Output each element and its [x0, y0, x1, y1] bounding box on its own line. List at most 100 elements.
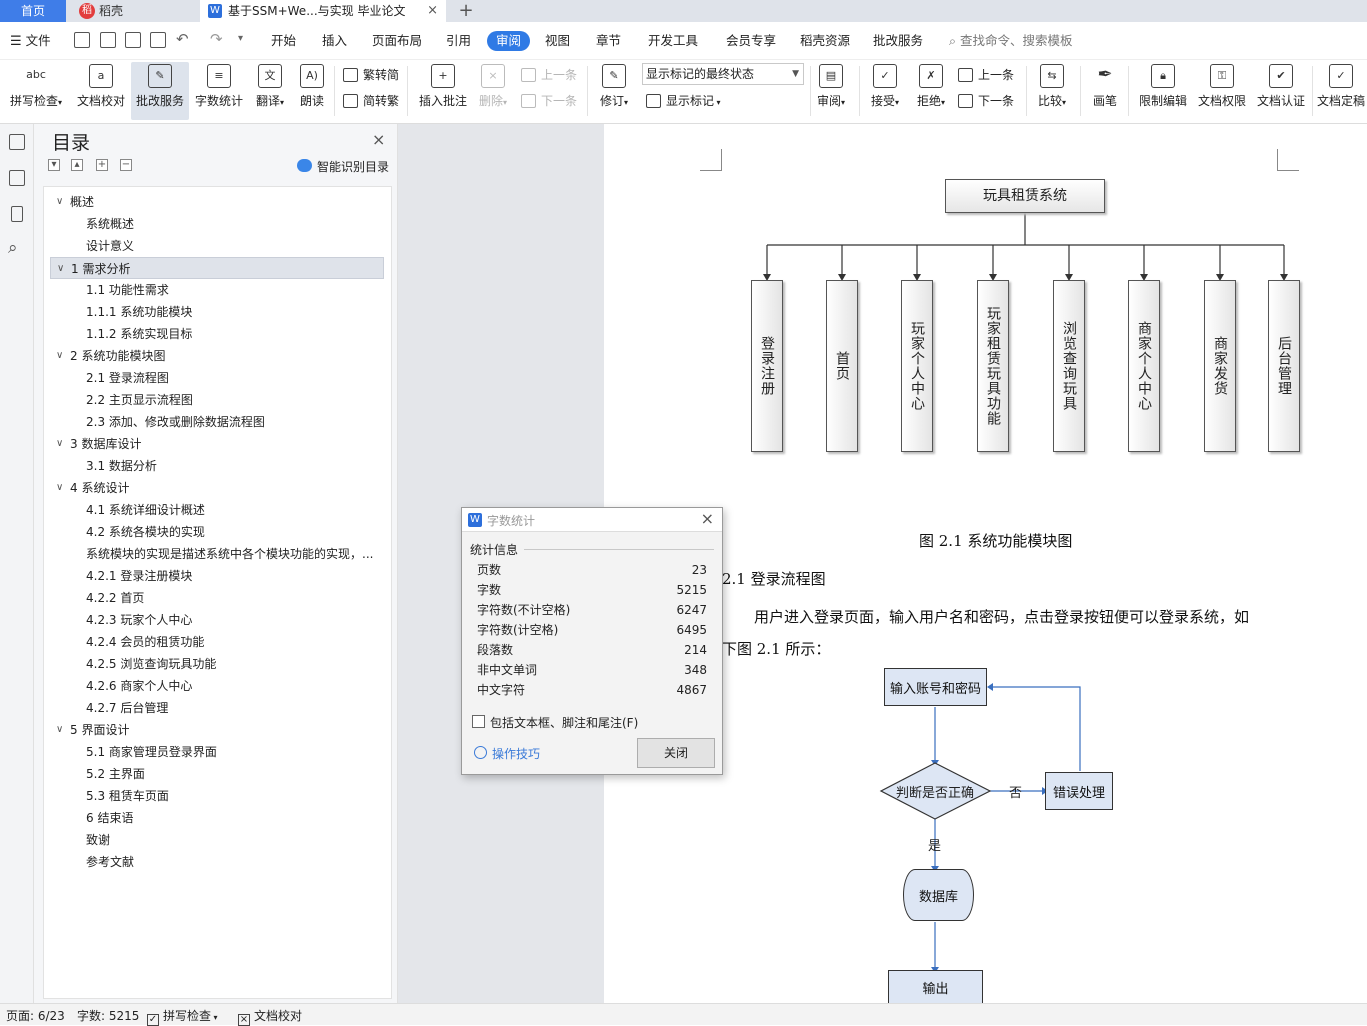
- proofread-status[interactable]: × 文档校对: [238, 1007, 302, 1026]
- doc-finalize-button[interactable]: ✓ 文档定稿: [1315, 62, 1367, 120]
- toc-item[interactable]: 系统模块的实现是描述系统中各个模块功能的实现，...: [50, 543, 384, 565]
- menu-correction-service[interactable]: 批改服务: [873, 31, 923, 51]
- tab-home[interactable]: 首页: [0, 0, 66, 22]
- reject-button[interactable]: ✗ 拒绝▾: [912, 62, 950, 120]
- close-button[interactable]: 关闭: [637, 738, 715, 768]
- menu-start[interactable]: 开始: [271, 31, 296, 51]
- doc-certify-button[interactable]: ✔ 文档认证: [1253, 62, 1309, 120]
- export-icon[interactable]: [100, 32, 116, 48]
- chevron-down-icon[interactable]: ∨: [56, 719, 63, 741]
- tab-document[interactable]: W 基于SSM+We...与实现 毕业论文 ×: [200, 0, 446, 22]
- menu-page-layout[interactable]: 页面布局: [372, 31, 422, 51]
- doc-permission-button[interactable]: ⚿ 文档权限: [1194, 62, 1250, 120]
- word-count-button[interactable]: ≡ 字数统计: [192, 62, 246, 120]
- toc-item[interactable]: 4.2.2 首页: [50, 587, 384, 609]
- compare-button[interactable]: ⇆ 比较▾: [1033, 62, 1071, 120]
- toc-item[interactable]: ∨ 4 系统设计: [50, 477, 384, 499]
- toc-item[interactable]: 4.2.3 玩家个人中心: [50, 609, 384, 631]
- proofread-button[interactable]: a 文档校对: [74, 62, 128, 120]
- toc-item[interactable]: 2.1 登录流程图: [50, 367, 384, 389]
- track-changes-button[interactable]: ✎ 修订▾: [594, 62, 634, 120]
- chevron-down-icon[interactable]: ∨: [57, 258, 64, 278]
- toc-item[interactable]: 参考文献: [50, 851, 384, 873]
- tab-daoke[interactable]: 稻 稻壳: [69, 0, 195, 22]
- dialog-header[interactable]: W 字数统计 ×: [462, 508, 722, 532]
- save-icon[interactable]: [74, 32, 90, 48]
- markup-state-select[interactable]: 显示标记的最终状态 ▼: [642, 63, 804, 85]
- undo-icon[interactable]: ↶: [176, 30, 189, 48]
- toc-item[interactable]: 系统概述: [50, 213, 384, 235]
- restrict-editing-button[interactable]: 🔒︎ 限制编辑: [1135, 62, 1191, 120]
- correction-service-button[interactable]: ✎ 批改服务: [131, 62, 189, 120]
- toc-item[interactable]: 致谢: [50, 829, 384, 851]
- toc-item[interactable]: 4.2 系统各模块的实现: [50, 521, 384, 543]
- simp-to-trad-button[interactable]: 简转繁: [343, 90, 399, 112]
- menu-references[interactable]: 引用: [446, 31, 471, 51]
- prev-comment-button[interactable]: 上一条: [521, 64, 577, 86]
- menu-review[interactable]: 审阅: [487, 31, 531, 51]
- toc-item[interactable]: 4.2.4 会员的租赁功能: [50, 631, 384, 653]
- menu-chapter[interactable]: 章节: [596, 31, 621, 51]
- close-icon[interactable]: ×: [701, 509, 714, 528]
- toc-item[interactable]: 5.1 商家管理员登录界面: [50, 741, 384, 763]
- accept-button[interactable]: ✓ 接受▾: [866, 62, 904, 120]
- toc-item[interactable]: 1.1 功能性需求: [50, 279, 384, 301]
- search-icon[interactable]: ⌕: [8, 238, 18, 258]
- add-heading-icon[interactable]: +: [96, 159, 108, 171]
- toc-item[interactable]: 4.1 系统详细设计概述: [50, 499, 384, 521]
- chevron-down-icon[interactable]: ∨: [56, 433, 63, 455]
- next-change-button[interactable]: 下一条: [958, 90, 1014, 112]
- menu-insert[interactable]: 插入: [322, 31, 347, 51]
- toc-item[interactable]: 5.2 主界面: [50, 763, 384, 785]
- tips-link[interactable]: 操作技巧: [474, 745, 540, 762]
- redo-icon[interactable]: ↷: [210, 30, 223, 48]
- expand-up-icon[interactable]: ▴: [71, 159, 83, 171]
- menu-member[interactable]: 会员专享: [726, 31, 776, 51]
- chapter-nav-icon[interactable]: [9, 170, 25, 186]
- remove-heading-icon[interactable]: −: [120, 159, 132, 171]
- toc-item[interactable]: 1.1.1 系统功能模块: [50, 301, 384, 323]
- command-search[interactable]: ⌕ 查找命令、搜索模板: [949, 31, 1073, 51]
- toc-item[interactable]: 2.3 添加、修改或删除数据流程图: [50, 411, 384, 433]
- prev-change-button[interactable]: 上一条: [958, 64, 1014, 86]
- toc-item[interactable]: ∨ 5 界面设计: [50, 719, 384, 741]
- toc-item[interactable]: 1.1.2 系统实现目标: [50, 323, 384, 345]
- toc-item[interactable]: 3.1 数据分析: [50, 455, 384, 477]
- pen-button[interactable]: ✒ 画笔: [1087, 62, 1123, 120]
- toc-item[interactable]: 4.2.6 商家个人中心: [50, 675, 384, 697]
- toc-panel-icon[interactable]: [9, 134, 25, 150]
- toc-item[interactable]: 5.3 租赁车页面: [50, 785, 384, 807]
- insert-comment-button[interactable]: + 插入批注: [414, 62, 472, 120]
- bookmark-icon[interactable]: [11, 206, 23, 222]
- spell-check-button[interactable]: abc 拼写检查▾: [4, 62, 68, 120]
- toc-item[interactable]: ∨ 概述: [50, 191, 384, 213]
- toc-item[interactable]: ∨ 1 需求分析: [50, 257, 384, 279]
- toc-item[interactable]: 4.2.5 浏览查询玩具功能: [50, 653, 384, 675]
- show-markup-button[interactable]: 显示标记 ▾: [646, 90, 721, 112]
- print-preview-icon[interactable]: [150, 32, 166, 48]
- review-pane-button[interactable]: ▤ 审阅▾: [812, 62, 850, 120]
- collapse-all-icon[interactable]: ▾: [48, 159, 60, 171]
- print-icon[interactable]: [125, 32, 141, 48]
- toc-item[interactable]: ∨ 2 系统功能模块图: [50, 345, 384, 367]
- chevron-down-icon[interactable]: ∨: [56, 345, 63, 367]
- menu-daoke-resources[interactable]: 稻壳资源: [800, 31, 850, 51]
- toc-item[interactable]: 4.2.7 后台管理: [50, 697, 384, 719]
- chevron-down-icon[interactable]: ∨: [56, 191, 63, 213]
- quick-access-dropdown-icon[interactable]: ▾: [238, 33, 243, 44]
- menu-dev-tools[interactable]: 开发工具: [648, 31, 698, 51]
- toc-item[interactable]: 2.2 主页显示流程图: [50, 389, 384, 411]
- read-aloud-button[interactable]: A) 朗读: [294, 62, 330, 120]
- word-count-indicator[interactable]: 字数: 5215: [77, 1007, 139, 1024]
- translate-button[interactable]: 文 翻译▾: [250, 62, 290, 120]
- smart-toc-button[interactable]: 智能识别目录: [297, 158, 389, 175]
- file-menu[interactable]: ☰ 文件: [10, 31, 51, 51]
- chevron-down-icon[interactable]: ∨: [56, 477, 63, 499]
- toc-item[interactable]: 4.2.1 登录注册模块: [50, 565, 384, 587]
- page-indicator[interactable]: 页面: 6/23: [6, 1007, 65, 1024]
- close-tab-icon[interactable]: ×: [427, 0, 438, 22]
- menu-view[interactable]: 视图: [545, 31, 570, 51]
- toc-item[interactable]: 设计意义: [50, 235, 384, 257]
- close-icon[interactable]: ×: [372, 130, 385, 149]
- spell-check-status[interactable]: ✓ 拼写检查 ▾: [147, 1007, 218, 1026]
